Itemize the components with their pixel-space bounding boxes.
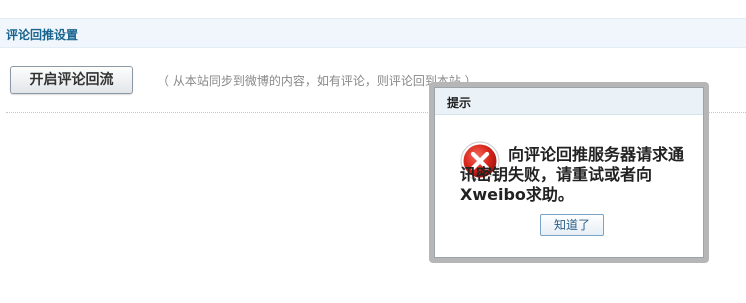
ok-button[interactable]: 知道了 [540, 214, 604, 236]
enable-comment-backflow-button[interactable]: 开启评论回流 [10, 66, 133, 94]
dialog-body: 提示 向评论回推服务器请求通讯密钥失败，请重试或者向Xweibo求助。 知道了 [434, 87, 704, 258]
top-strip [0, 0, 746, 18]
dialog-header: 提示 [435, 88, 703, 115]
dialog-title: 提示 [447, 96, 472, 110]
dialog-message: 向评论回推服务器请求通讯密钥失败，请重试或者向Xweibo求助。 [460, 145, 685, 204]
section-title: 评论回推设置 [6, 28, 79, 42]
dialog: 提示 向评论回推服务器请求通讯密钥失败，请重试或者向Xweibo求助。 知道了 [429, 82, 709, 263]
section-header: 评论回推设置 [0, 18, 746, 48]
